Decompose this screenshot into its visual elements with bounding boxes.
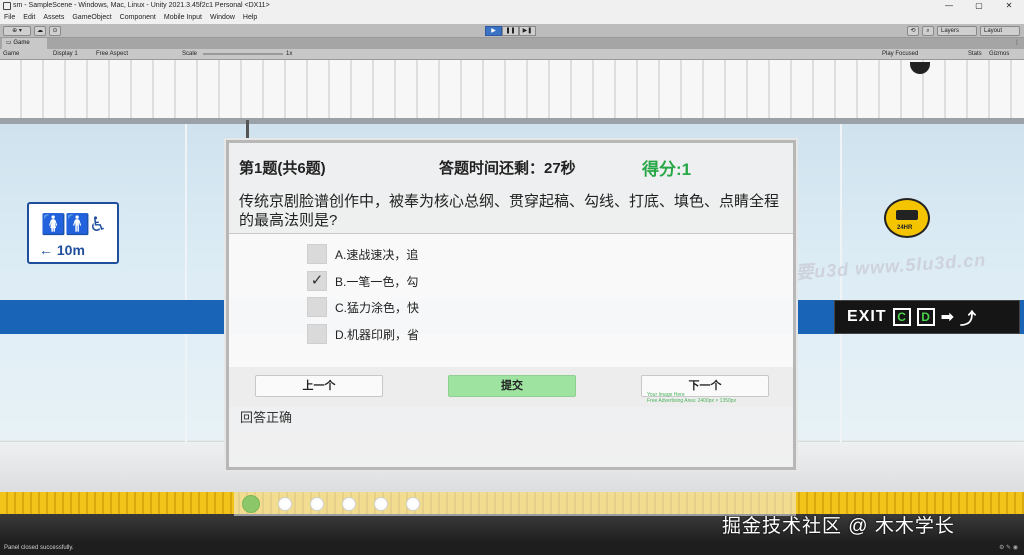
menu-assets[interactable]: Assets — [39, 12, 68, 24]
submit-button[interactable]: 提交 — [448, 375, 576, 397]
site-watermark: 我要u3d www.5lu3d.cn — [775, 249, 987, 285]
menu-gameobject[interactable]: GameObject — [68, 12, 115, 24]
minimize-button[interactable]: — — [934, 0, 964, 12]
exit-sign: EXIT C D ➡ ⤴ — [834, 300, 1020, 334]
option-checkbox[interactable] — [307, 297, 327, 317]
game-view-toolbar: Game Display 1 Free Aspect Scale 1x Play… — [0, 49, 1024, 60]
advert-line2: Free Advertising Area: 2400px × 1350px — [647, 398, 737, 404]
menu-edit[interactable]: Edit — [19, 12, 39, 24]
play-focused-dropdown[interactable]: Play Focused — [882, 49, 918, 60]
option-b[interactable]: ✓ B.一笔一色，勾 — [307, 271, 418, 291]
option-c[interactable]: C.猛力涂色，快 — [307, 297, 419, 317]
search-icon[interactable]: ⌕ — [922, 26, 934, 36]
page-dot-1[interactable] — [242, 495, 260, 513]
wall-seam — [840, 124, 842, 442]
advert-placeholder: Your Image Here Free Advertising Area: 2… — [647, 392, 736, 404]
status-bar: Panel closed successfully. ⚙ ✎ ◉ — [0, 542, 1024, 555]
arrow-right-icon: ➡ — [940, 309, 954, 326]
female-icon: 🚺 — [41, 214, 66, 236]
prev-button[interactable]: 上一个 — [255, 375, 383, 397]
display-dropdown[interactable]: Display 1 — [53, 49, 78, 60]
play-button[interactable]: ▶ — [485, 26, 502, 36]
score-display: 得分:1 — [642, 160, 692, 179]
status-icons: ⚙ ✎ ◉ — [999, 545, 1018, 551]
cctv-sign: 24HR — [884, 198, 930, 238]
countdown-timer: 答题时间还剩：27秒 — [439, 160, 576, 177]
option-a[interactable]: A.速战速决，追 — [307, 244, 418, 264]
aspect-dropdown[interactable]: Free Aspect — [96, 49, 128, 60]
window-titlebar: sm - SampleScene - Windows, Mac, Linux -… — [0, 0, 1024, 12]
page-dot-5[interactable] — [374, 497, 388, 511]
scale-value: 1x — [286, 51, 293, 57]
gizmos-button[interactable]: Gizmos — [989, 49, 1009, 60]
corner-watermark: 掘金技术社区 @ 木木学长 — [722, 516, 955, 537]
layers-dropdown[interactable]: Layers — [937, 26, 977, 36]
menu-file[interactable]: File — [0, 12, 19, 24]
option-checkbox[interactable] — [307, 324, 327, 344]
layout-dropdown[interactable]: Layout — [980, 26, 1020, 36]
step-button[interactable]: ▶❚ — [519, 26, 536, 36]
escalator-icon: ⤴ — [959, 311, 976, 328]
history-icon[interactable]: ⟲ — [907, 26, 919, 36]
menu-help[interactable]: Help — [239, 12, 261, 24]
window-title: sm - SampleScene - Windows, Mac, Linux -… — [13, 2, 270, 9]
scale-label: Scale — [182, 51, 198, 57]
collab-icon[interactable]: ⊙ — [49, 25, 61, 36]
more-options-icon[interactable]: ⋮ — [1014, 38, 1020, 49]
wall-seam — [185, 124, 187, 442]
unity-logo-icon — [3, 2, 11, 10]
scale-slider[interactable] — [203, 53, 283, 55]
account-dropdown[interactable]: ⊕ ▾ — [3, 25, 31, 36]
camera-icon — [896, 210, 918, 220]
answer-result: 回答正确 — [240, 410, 293, 425]
option-label: C.猛力涂色，快 — [335, 300, 420, 315]
close-button[interactable]: ✕ — [994, 0, 1024, 12]
display-mode-dropdown[interactable]: Game — [3, 49, 19, 60]
option-checkbox[interactable] — [307, 244, 327, 264]
tab-game[interactable]: ▭ Game — [2, 38, 47, 49]
page-dot-3[interactable] — [310, 497, 324, 511]
question-pager — [234, 492, 796, 516]
accessible-icon: ♿ — [89, 214, 107, 236]
option-label: A.速战速决，追 — [335, 247, 419, 262]
question-number: 第1题(共6题) — [239, 160, 326, 177]
option-label: B.一笔一色，勾 — [335, 274, 419, 289]
option-checkbox[interactable]: ✓ — [307, 271, 327, 291]
menu-mobile-input[interactable]: Mobile Input — [160, 12, 206, 24]
male-icon: 🚹 — [65, 214, 90, 236]
maximize-button[interactable]: ▢ — [964, 0, 994, 12]
page-dot-4[interactable] — [342, 497, 356, 511]
status-message: Panel closed successfully. — [4, 545, 74, 551]
option-d[interactable]: D.机器印刷，省 — [307, 324, 419, 344]
cctv-label: 24HR — [897, 225, 913, 231]
page-dot-2[interactable] — [278, 497, 292, 511]
quiz-panel: 第1题(共6题) 答题时间还剩：27秒 得分:1 传统京剧脸谱创作中，被奉为核心… — [224, 138, 798, 472]
menu-window[interactable]: Window — [206, 12, 239, 24]
restroom-sign: 🚺 🚹 ♿ ← 10m — [27, 202, 119, 264]
exit-c: C — [892, 308, 911, 326]
game-scene: 🚺 🚹 ♿ ← 10m 24HR EXIT C D ➡ ⤴ 我要u3d www.… — [0, 60, 1024, 542]
ceiling-band — [0, 118, 1024, 124]
play-controls: ▶ ❚❚ ▶❚ — [485, 26, 536, 36]
tab-game-label: Game — [13, 40, 30, 46]
exit-text: EXIT — [847, 308, 887, 325]
menu-component[interactable]: Component — [116, 12, 160, 24]
ceiling-pole — [246, 120, 249, 140]
question-text: 传统京剧脸谱创作中，被奉为核心总纲、贯穿起稿、勾线、打底、填色、点睛全程的最高法… — [239, 193, 780, 229]
page-dot-6[interactable] — [406, 497, 420, 511]
menu-bar: File Edit Assets GameObject Component Mo… — [0, 12, 1024, 24]
options-list: A.速战速决，追 ✓ B.一笔一色，勾 C.猛力涂色，快 D.机器印刷，省 — [229, 234, 793, 367]
cloud-icon[interactable]: ☁ — [34, 25, 46, 36]
station-ceiling — [0, 60, 1024, 122]
exit-d: D — [916, 308, 935, 326]
game-view-tabbar: ▭ Game ⋮ — [0, 38, 1024, 49]
toolbar-right: ⟲ ⌕ Layers Layout — [907, 26, 1020, 36]
stats-button[interactable]: Stats — [968, 49, 982, 60]
restroom-distance: ← 10m — [39, 242, 85, 258]
quiz-header: 第1题(共6题) 答题时间还剩：27秒 得分:1 — [229, 143, 793, 179]
option-label: D.机器印刷，省 — [335, 327, 420, 342]
pause-button[interactable]: ❚❚ — [502, 26, 519, 36]
